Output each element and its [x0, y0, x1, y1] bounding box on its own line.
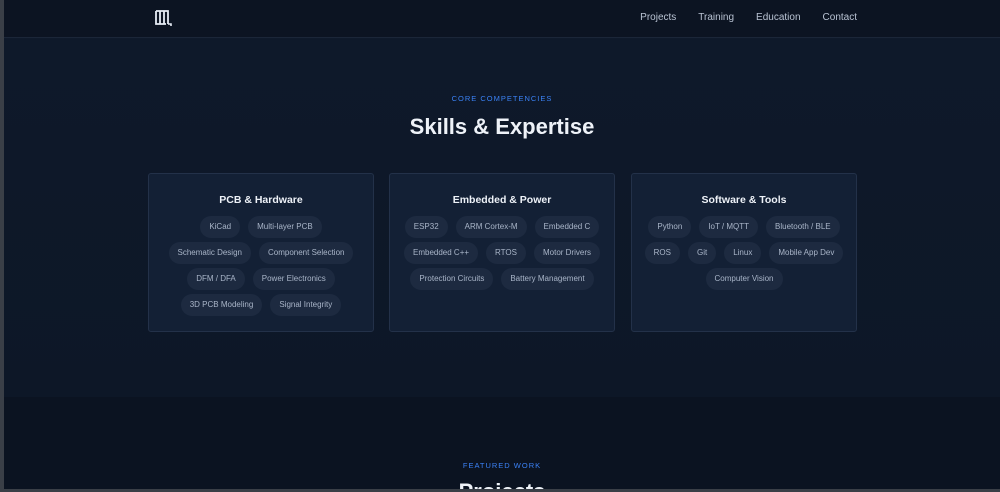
skill-tag: Embedded C++ [404, 242, 479, 264]
skill-tag: Multi-layer PCB [248, 216, 322, 238]
skill-tag: Schematic Design [168, 242, 251, 264]
skill-tag: Power Electronics [252, 268, 335, 290]
skill-tag: DFM / DFA [187, 268, 245, 290]
skill-tag: Motor Drivers [533, 242, 600, 264]
skill-tag: ROS [644, 242, 680, 264]
skills-section: CORE COMPETENCIES Skills & Expertise PCB… [4, 39, 1000, 397]
skill-tag: Embedded C [534, 216, 600, 238]
nav-link-training[interactable]: Training [698, 12, 734, 23]
skill-tag: Computer Vision [705, 268, 783, 290]
skill-card-embedded: Embedded & Power ESP32 ARM Cortex-M Embe… [389, 173, 615, 332]
skill-tag: Python [648, 216, 692, 238]
skill-tag: RTOS [486, 242, 526, 264]
skill-tag: Git [687, 242, 717, 264]
top-navbar: Projects Training Education Contact [4, 0, 1000, 38]
skill-tag: ESP32 [404, 216, 448, 238]
skill-card-title: PCB & Hardware [219, 194, 303, 206]
skill-card-title: Embedded & Power [452, 194, 552, 206]
skill-tag: IoT / MQTT [699, 216, 759, 238]
skill-tag: 3D PCB Modeling [180, 294, 263, 316]
skills-eyebrow: CORE COMPETENCIES [451, 94, 553, 103]
skill-tags: Python IoT / MQTT Bluetooth / BLE ROS Gi… [642, 216, 846, 290]
projects-section: FEATURED WORK Projects [4, 397, 1000, 492]
nav-link-projects[interactable]: Projects [640, 12, 676, 23]
skill-tag: Battery Management [501, 268, 594, 290]
skill-tag: Component Selection [258, 242, 354, 264]
skill-tag: KiCad [200, 216, 241, 238]
skills-title: Skills & Expertise [409, 114, 595, 139]
skill-tag: ARM Cortex-M [455, 216, 527, 238]
skill-card-title: Software & Tools [701, 194, 787, 206]
projects-eyebrow: FEATURED WORK [462, 461, 542, 470]
skill-tags: KiCad Multi-layer PCB Schematic Design C… [159, 216, 363, 316]
skill-tags: ESP32 ARM Cortex-M Embedded C Embedded C… [400, 216, 604, 290]
nav-link-contact[interactable]: Contact [823, 12, 857, 23]
nav-links: Projects Training Education Contact [640, 12, 857, 23]
nav-link-education[interactable]: Education [756, 12, 800, 23]
skill-tag: Protection Circuits [410, 268, 494, 290]
skill-tag: Signal Integrity [270, 294, 342, 316]
skill-tag: Linux [724, 242, 762, 264]
skill-tag: Mobile App Dev [769, 242, 844, 264]
skill-card-software: Software & Tools Python IoT / MQTT Bluet… [631, 173, 857, 332]
building-logo-icon[interactable] [154, 9, 172, 27]
skill-card-pcb: PCB & Hardware KiCad Multi-layer PCB Sch… [148, 173, 374, 332]
skill-tag: Bluetooth / BLE [766, 216, 840, 238]
